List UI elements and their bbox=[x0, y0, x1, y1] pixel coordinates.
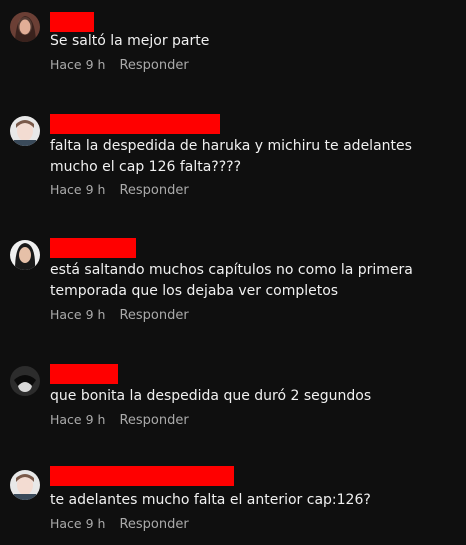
comment-meta: Hace 9 h Responder bbox=[50, 412, 189, 428]
user-avatar[interactable] bbox=[10, 470, 40, 500]
redacted-username bbox=[50, 114, 220, 134]
reply-button[interactable]: Responder bbox=[119, 58, 188, 73]
comment-meta: Hace 9 h Responder bbox=[50, 57, 189, 73]
reply-button[interactable]: Responder bbox=[119, 413, 188, 428]
avatar-portrait-icon bbox=[10, 240, 40, 270]
redacted-username bbox=[50, 238, 136, 258]
redacted-username bbox=[50, 466, 234, 486]
avatar-portrait-icon bbox=[10, 470, 40, 500]
user-avatar[interactable] bbox=[10, 366, 40, 396]
comment-text: Se saltó la mejor parte bbox=[50, 33, 210, 49]
comment-timestamp: Hace 9 h bbox=[50, 57, 106, 72]
avatar-portrait-icon bbox=[10, 116, 40, 146]
user-avatar[interactable] bbox=[10, 12, 40, 42]
comment-timestamp: Hace 9 h bbox=[50, 412, 106, 427]
comment-meta: Hace 9 h Responder bbox=[50, 307, 189, 323]
reply-button[interactable]: Responder bbox=[119, 517, 188, 532]
avatar-portrait-icon bbox=[10, 12, 40, 42]
comment-timestamp: Hace 9 h bbox=[50, 307, 106, 322]
reply-button[interactable]: Responder bbox=[119, 183, 188, 198]
comment-timestamp: Hace 9 h bbox=[50, 516, 106, 531]
comment-text: que bonita la despedida que duró 2 segun… bbox=[50, 388, 372, 404]
comment-text: está saltando muchos capítulos no como l… bbox=[50, 262, 413, 299]
redacted-username bbox=[50, 364, 118, 384]
user-avatar[interactable] bbox=[10, 240, 40, 270]
reply-button[interactable]: Responder bbox=[119, 308, 188, 323]
redacted-username bbox=[50, 12, 94, 32]
comment-timestamp: Hace 9 h bbox=[50, 182, 106, 197]
user-avatar[interactable] bbox=[10, 116, 40, 146]
avatar-anime-icon bbox=[10, 366, 40, 396]
comment-meta: Hace 9 h Responder bbox=[50, 516, 189, 532]
comment-meta: Hace 9 h Responder bbox=[50, 182, 189, 198]
comment-text: te adelantes mucho falta el anterior cap… bbox=[50, 492, 371, 508]
comment-text: falta la despedida de haruka y michiru t… bbox=[50, 138, 412, 175]
